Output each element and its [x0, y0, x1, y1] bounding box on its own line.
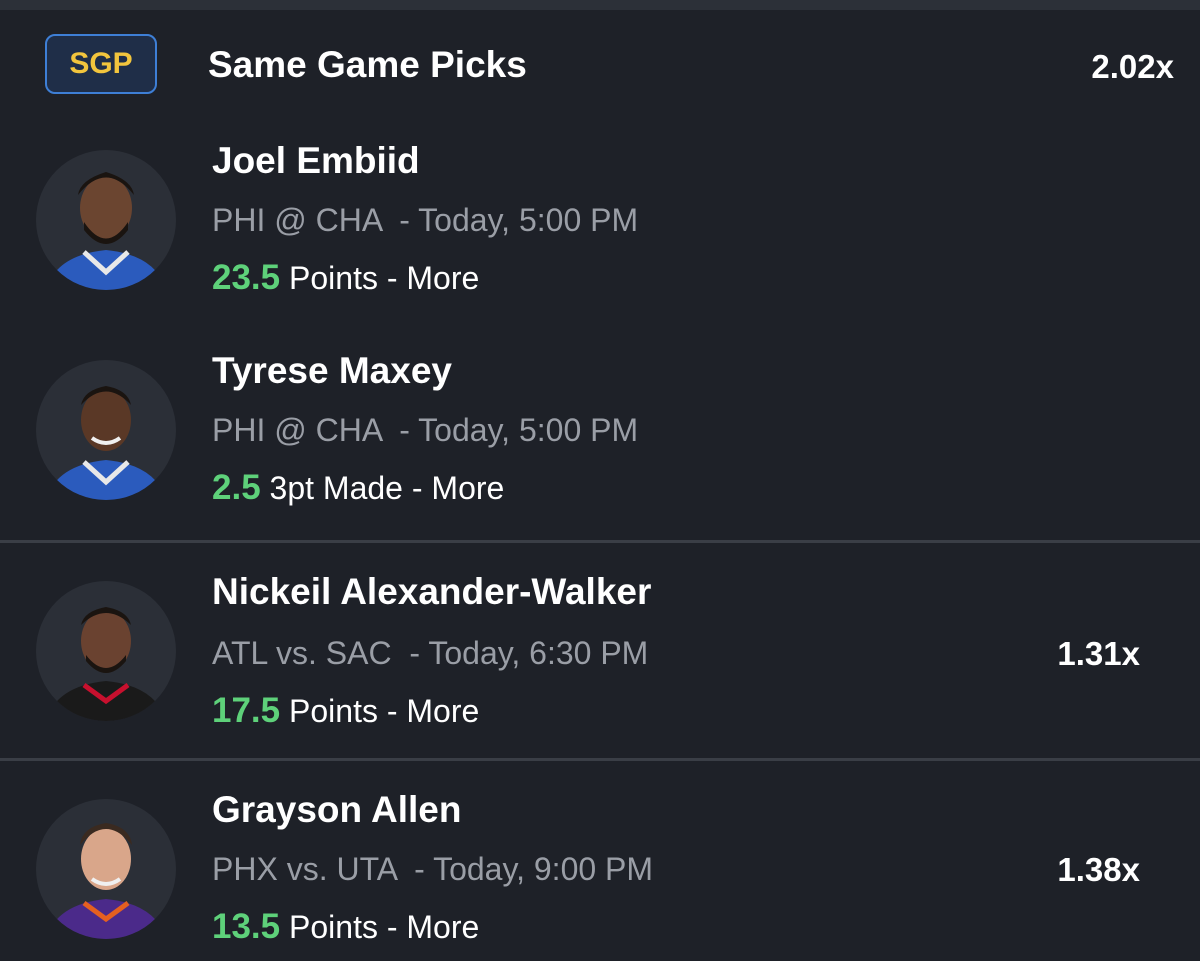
player-avatar: [36, 799, 176, 939]
pick-row[interactable]: Nickeil Alexander-Walker ATL vs. SAC - T…: [0, 543, 1200, 758]
player-avatar: [36, 581, 176, 721]
pick-row[interactable]: Tyrese Maxey PHI @ CHA - Today, 5:00 PM …: [0, 330, 1200, 540]
player-avatar: [36, 150, 176, 290]
pick-line: 2.5 3pt Made - More: [212, 468, 504, 508]
pick-row[interactable]: Grayson Allen PHX vs. UTA - Today, 9:00 …: [0, 761, 1200, 961]
game-info: PHX vs. UTA - Today, 9:00 PM: [212, 851, 654, 887]
pick-line: 23.5 Points - More: [212, 258, 479, 298]
player-name: Tyrese Maxey: [212, 350, 452, 391]
line-stat: 3pt Made - More: [260, 470, 505, 506]
player-avatar: [36, 360, 176, 500]
game-info: ATL vs. SAC - Today, 6:30 PM: [212, 635, 649, 671]
line-stat: Points - More: [280, 260, 480, 296]
game-info: PHI @ CHA - Today, 5:00 PM: [212, 202, 639, 238]
sgp-multiplier: 2.02x: [1091, 48, 1174, 85]
player-name: Grayson Allen: [212, 789, 462, 830]
pick-multiplier: 1.38x: [1057, 851, 1140, 888]
game-info: PHI @ CHA - Today, 5:00 PM: [212, 412, 639, 448]
player-name: Joel Embiid: [212, 140, 420, 181]
pick-row[interactable]: Joel Embiid PHI @ CHA - Today, 5:00 PM 2…: [0, 120, 1200, 330]
sgp-title: Same Game Picks: [208, 44, 527, 85]
line-value: 17.5: [212, 691, 281, 730]
pick-line: 17.5 Points - More: [212, 691, 479, 731]
top-strip: [0, 0, 1200, 10]
line-value: 2.5: [212, 468, 261, 507]
line-stat: Points - More: [280, 909, 480, 945]
line-value: 13.5: [212, 907, 281, 946]
sgp-badge: SGP: [45, 34, 157, 94]
player-name: Nickeil Alexander-Walker: [212, 571, 652, 612]
pick-multiplier: 1.31x: [1057, 635, 1140, 672]
line-value: 23.5: [212, 258, 281, 297]
pick-line: 13.5 Points - More: [212, 907, 479, 947]
sgp-header[interactable]: SGP Same Game Picks 2.02x: [0, 10, 1200, 120]
line-stat: Points - More: [280, 693, 480, 729]
